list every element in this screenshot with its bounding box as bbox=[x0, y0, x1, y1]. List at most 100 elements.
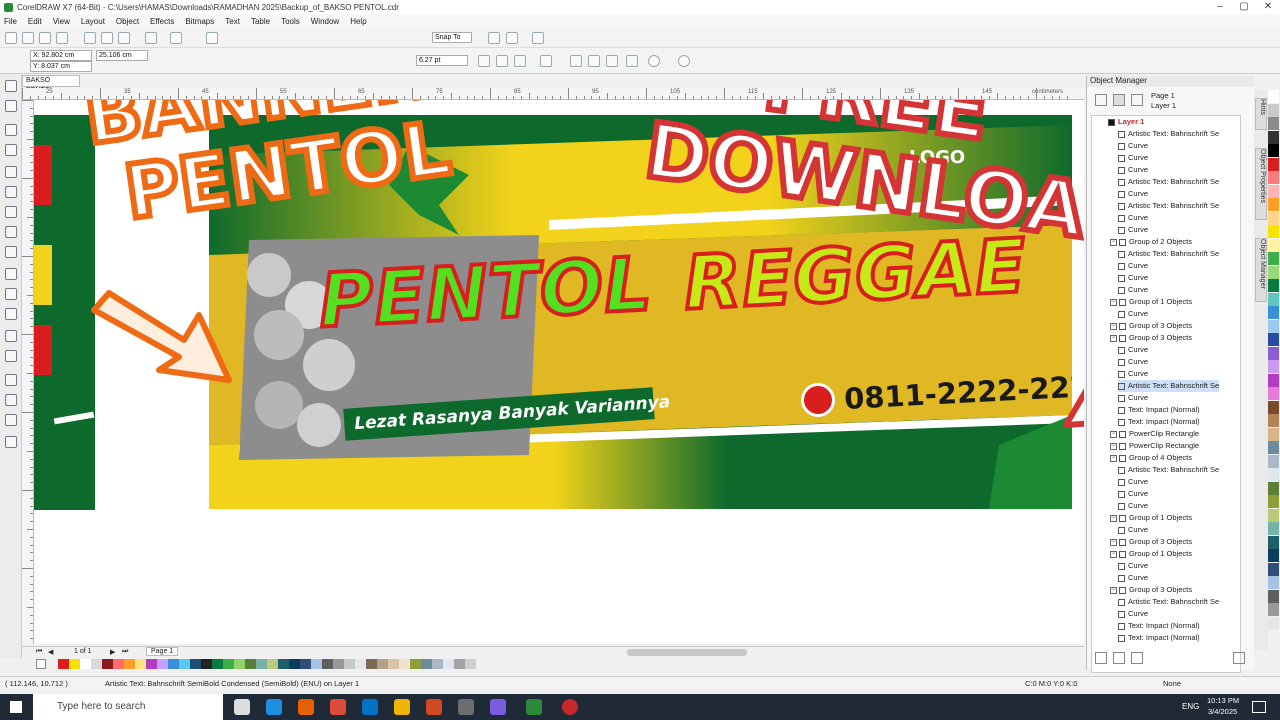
add-tool-icon[interactable] bbox=[5, 436, 17, 448]
tree-object-row[interactable]: Artistic Text: Bahnschrift Se bbox=[1118, 200, 1219, 212]
app-icon[interactable] bbox=[458, 699, 474, 715]
color-swatch[interactable] bbox=[223, 659, 234, 669]
tree-object-row[interactable]: Curve bbox=[1118, 524, 1148, 536]
color-swatch[interactable] bbox=[1268, 306, 1279, 319]
edit-across-layers-icon[interactable] bbox=[1131, 94, 1143, 106]
notification-icon[interactable] bbox=[1252, 701, 1266, 713]
merge-layers-icon[interactable] bbox=[1131, 652, 1143, 664]
menu-tools[interactable]: Tools bbox=[281, 17, 300, 26]
menu-view[interactable]: View bbox=[53, 17, 70, 26]
color-swatch[interactable] bbox=[1268, 265, 1279, 279]
interactive-fill-icon[interactable] bbox=[5, 394, 17, 406]
tree-object-row[interactable]: Artistic Text: Bahnschrift Se bbox=[1118, 248, 1219, 260]
tree-object-row[interactable]: Text: Impact (Normal) bbox=[1118, 416, 1200, 428]
color-swatch[interactable] bbox=[1268, 387, 1279, 400]
tree-object-row[interactable]: Curve bbox=[1118, 344, 1148, 356]
coreldraw-taskbar-icon[interactable] bbox=[526, 699, 542, 715]
expand-toggle-icon[interactable]: − bbox=[1110, 538, 1117, 546]
rectangle-tool-icon[interactable] bbox=[5, 206, 17, 218]
color-swatch[interactable] bbox=[1268, 481, 1279, 495]
language-indicator[interactable]: ENG bbox=[1182, 702, 1199, 711]
color-swatch[interactable] bbox=[1268, 562, 1279, 576]
color-swatch[interactable] bbox=[1268, 468, 1279, 481]
color-swatch[interactable] bbox=[1268, 427, 1279, 441]
color-swatch[interactable] bbox=[102, 659, 113, 669]
bullet-list-icon[interactable] bbox=[570, 55, 582, 67]
color-swatch[interactable] bbox=[432, 659, 443, 669]
menu-bitmaps[interactable]: Bitmaps bbox=[185, 17, 214, 26]
color-swatch[interactable] bbox=[322, 659, 333, 669]
tree-layer-row[interactable]: Layer 1 bbox=[1108, 116, 1144, 128]
file-explorer-icon[interactable] bbox=[394, 699, 410, 715]
task-view-icon[interactable] bbox=[234, 699, 250, 715]
color-swatch[interactable] bbox=[1268, 616, 1279, 630]
y-position-field[interactable]: Y: 8.037 cm bbox=[30, 61, 92, 72]
crop-tool-icon[interactable] bbox=[5, 124, 17, 136]
color-swatch[interactable] bbox=[1268, 535, 1279, 549]
color-swatch[interactable] bbox=[1268, 603, 1279, 616]
taskbar-search[interactable]: Type here to search bbox=[33, 694, 223, 720]
color-swatch[interactable] bbox=[1268, 333, 1279, 346]
tree-object-row[interactable]: Artistic Text: Bahnschrift Se bbox=[1118, 380, 1220, 392]
color-swatch[interactable] bbox=[234, 659, 245, 669]
tree-object-row[interactable]: Artistic Text: Bahnschrift Se bbox=[1118, 176, 1219, 188]
redo-icon[interactable] bbox=[170, 32, 182, 44]
tree-object-row[interactable]: Curve bbox=[1118, 356, 1148, 368]
tree-object-row[interactable]: − Group of 3 Objects bbox=[1110, 320, 1192, 332]
undo-icon[interactable] bbox=[145, 32, 157, 44]
tree-object-row[interactable]: Text: Impact (Normal) bbox=[1118, 404, 1200, 416]
tree-object-row[interactable]: Curve bbox=[1118, 476, 1148, 488]
color-swatch[interactable] bbox=[1268, 198, 1279, 211]
color-swatch[interactable] bbox=[201, 659, 212, 669]
color-swatch[interactable] bbox=[410, 659, 421, 669]
menu-window[interactable]: Window bbox=[311, 17, 339, 26]
first-page-button[interactable]: ⏮ bbox=[36, 648, 42, 656]
tab-object-properties[interactable]: Object Properties bbox=[1255, 148, 1267, 220]
page-tab[interactable]: Page 1 bbox=[146, 647, 179, 656]
object-manager-view-icon[interactable] bbox=[1113, 94, 1125, 106]
color-swatch[interactable] bbox=[1268, 346, 1279, 360]
transparency-icon[interactable] bbox=[5, 350, 17, 362]
color-swatch[interactable] bbox=[267, 659, 278, 669]
tree-object-row[interactable]: Text: Impact (Normal) bbox=[1118, 620, 1200, 632]
drop-shadow-icon[interactable] bbox=[5, 330, 17, 342]
color-swatch[interactable] bbox=[1268, 157, 1279, 171]
tab-object-manager[interactable]: Object Manager bbox=[1255, 238, 1267, 302]
print-icon[interactable] bbox=[56, 32, 68, 44]
color-swatch[interactable] bbox=[124, 659, 135, 669]
color-swatch[interactable] bbox=[388, 659, 399, 669]
color-swatch[interactable] bbox=[355, 659, 366, 669]
tree-object-row[interactable]: Curve bbox=[1118, 272, 1148, 284]
tree-object-row[interactable]: Curve bbox=[1118, 152, 1148, 164]
artistic-media-icon[interactable] bbox=[5, 186, 17, 198]
tree-object-row[interactable]: Curve bbox=[1118, 284, 1148, 296]
tree-object-row[interactable]: − Group of 1 Objects bbox=[1110, 296, 1192, 308]
italic-icon[interactable] bbox=[496, 55, 508, 67]
close-button[interactable]: ✕ bbox=[1256, 0, 1280, 14]
color-swatch[interactable] bbox=[157, 659, 168, 669]
color-swatch[interactable] bbox=[1268, 130, 1279, 144]
color-swatch[interactable] bbox=[1268, 90, 1279, 103]
tree-object-row[interactable]: − Group of 1 Objects bbox=[1110, 512, 1192, 524]
tab-hints[interactable]: Hints bbox=[1255, 98, 1267, 130]
color-swatch[interactable] bbox=[1268, 360, 1279, 373]
new-layer-icon[interactable] bbox=[1095, 652, 1107, 664]
drawing-canvas[interactable]: LOGO PENTOL REGGAE Lezat Rasanya Banyak … bbox=[34, 100, 1084, 644]
color-swatch[interactable] bbox=[190, 659, 201, 669]
color-swatch[interactable] bbox=[333, 659, 344, 669]
color-swatch[interactable] bbox=[1268, 225, 1279, 238]
edge-icon[interactable] bbox=[266, 699, 282, 715]
expand-toggle-icon[interactable]: − bbox=[1110, 514, 1117, 522]
next-page-button[interactable]: ▶ bbox=[110, 648, 115, 656]
tree-object-row[interactable]: − Group of 4 Objects bbox=[1110, 452, 1192, 464]
prev-page-button[interactable]: ◀ bbox=[48, 648, 53, 656]
expand-toggle-icon[interactable]: − bbox=[1110, 442, 1117, 450]
powerpoint-icon[interactable] bbox=[426, 699, 442, 715]
tree-object-row[interactable]: Artistic Text: Bahnschrift Se bbox=[1118, 596, 1219, 608]
color-swatch[interactable] bbox=[1268, 238, 1279, 252]
horizontal-scrollbar[interactable] bbox=[627, 649, 747, 656]
color-swatch[interactable] bbox=[1268, 549, 1279, 562]
tree-object-row[interactable]: Curve bbox=[1118, 368, 1148, 380]
expand-toggle-icon[interactable]: − bbox=[1110, 430, 1117, 438]
save-icon[interactable] bbox=[39, 32, 51, 44]
